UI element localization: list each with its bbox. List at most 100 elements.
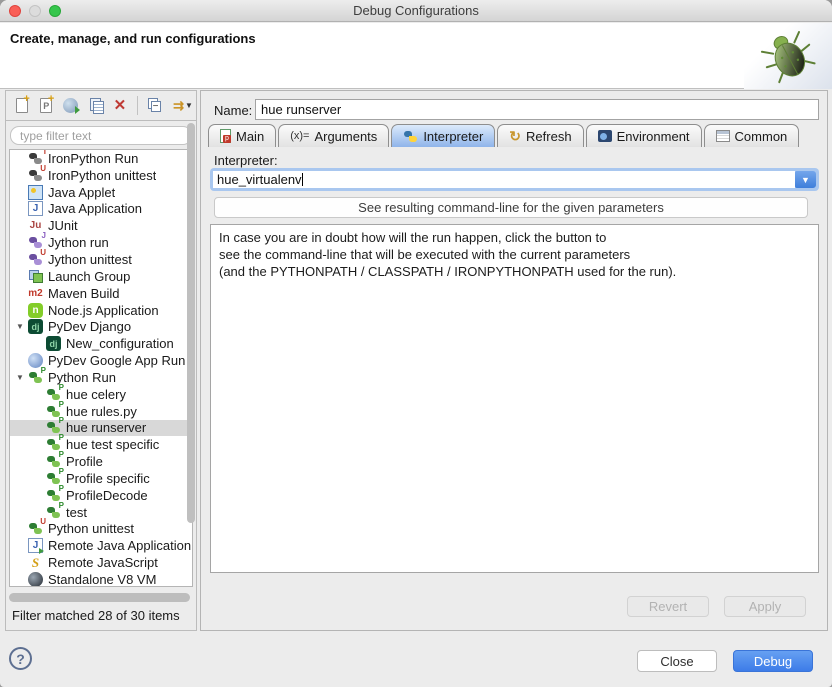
page-title: Create, manage, and run configurations (10, 31, 256, 46)
tree-item-pydev-django[interactable]: ▼ PyDev Django (10, 318, 192, 335)
apply-button[interactable]: Apply (724, 596, 806, 617)
revert-button[interactable]: Revert (627, 596, 709, 617)
args-icon: (x)= (290, 130, 309, 142)
tree-item-java-applet[interactable]: Java Applet (10, 184, 192, 201)
tree-item-ironpython-run[interactable]: I IronPython Run (10, 150, 192, 167)
tree-item-jython-run[interactable]: J Jython run (10, 234, 192, 251)
tab-main[interactable]: Main (208, 124, 276, 147)
tree-item-launch-group[interactable]: Launch Group (10, 268, 192, 285)
tree-item-label: Node.js Application (48, 303, 159, 318)
dialog-header: Create, manage, and run configurations (0, 23, 832, 89)
python-green-icon: P (28, 370, 43, 385)
tree-item-maven-build[interactable]: Maven Build (10, 285, 192, 302)
tree-item-node-js-application[interactable]: Node.js Application (10, 302, 192, 319)
tree-item-label: hue runserver (66, 420, 146, 435)
interpreter-value[interactable]: hue_virtualenv (213, 171, 795, 188)
duplicate-config-button[interactable] (87, 96, 105, 115)
question-mark-icon: ? (16, 651, 25, 667)
tree-item-new-configuration[interactable]: New_configuration (10, 335, 192, 352)
tab-environment[interactable]: Environment (586, 124, 702, 147)
remote-java-icon (28, 538, 43, 553)
tab-label: Common (735, 129, 788, 144)
expand-arrow-icon[interactable]: ▼ (16, 373, 28, 382)
tree-item-standalone-v8-vm[interactable]: Standalone V8 VM (10, 571, 192, 587)
tree-item-label: test (66, 505, 87, 520)
python-purple-icon: U (28, 252, 43, 267)
name-input[interactable] (255, 99, 819, 120)
tree-item-label: PyDev Django (48, 319, 131, 334)
new-prototype-icon: P+ (40, 98, 52, 113)
tree-item-hue-runserver[interactable]: P hue runserver (10, 420, 192, 437)
filter-status: Filter matched 28 of 30 items (12, 608, 180, 623)
tree-item-label: hue test specific (66, 437, 159, 452)
window-title: Debug Configurations (0, 0, 832, 22)
new-prototype-button[interactable]: P+ (38, 96, 56, 115)
tree-item-ironpython-unittest[interactable]: U IronPython unittest (10, 167, 192, 184)
combo-dropdown-button[interactable]: ▼ (795, 171, 816, 188)
tab-label: Environment (617, 129, 690, 144)
tree-item-label: IronPython unittest (48, 168, 156, 183)
tree-horizontal-scrollbar[interactable] (9, 593, 190, 602)
tab-interpreter[interactable]: Interpreter (391, 124, 495, 147)
v8-icon (28, 572, 43, 587)
tab-label: Main (236, 129, 264, 144)
delete-config-button[interactable]: ✕ (111, 96, 129, 115)
tree-item-test[interactable]: P test (10, 504, 192, 521)
django-icon (46, 336, 61, 351)
tree-item-remote-javascript[interactable]: Remote JavaScript (10, 554, 192, 571)
tree-item-label: PyDev Google App Run (48, 353, 185, 368)
tree-item-python-unittest[interactable]: U Python unittest (10, 521, 192, 538)
filter-dropdown-icon: ⇉ (173, 98, 184, 114)
tab-label: Refresh (526, 129, 572, 144)
collapse-all-button[interactable]: − (146, 96, 164, 115)
maven-icon (28, 286, 43, 301)
tree-item-remote-java-application[interactable]: Remote Java Application (10, 537, 192, 554)
tree-item-label: JUnit (48, 218, 78, 233)
tree-item-hue-celery[interactable]: P hue celery (10, 386, 192, 403)
filter-launch-configs-button[interactable]: ⇉▼ (170, 96, 196, 115)
tree-item-label: Remote JavaScript (48, 555, 158, 570)
text-cursor (302, 173, 303, 186)
tab-common[interactable]: Common (704, 124, 800, 147)
configurations-toolbar: + P+ ✕ − ⇉▼ (5, 90, 197, 121)
python-green-icon: P (46, 505, 61, 520)
filter-input[interactable] (10, 126, 192, 145)
tree-item-label: New_configuration (66, 336, 174, 351)
tree-item-java-application[interactable]: Java Application (10, 201, 192, 218)
tree-item-label: Jython run (48, 235, 109, 250)
tree-item-hue-test-specific[interactable]: P hue test specific (10, 436, 192, 453)
main-icon (220, 129, 231, 143)
python-green-icon: U (28, 521, 43, 536)
tab-arguments[interactable]: (x)= Arguments (278, 124, 389, 147)
close-button[interactable]: Close (637, 650, 717, 672)
applet-icon (28, 185, 43, 200)
tree-item-pydev-google-app-run[interactable]: PyDev Google App Run (10, 352, 192, 369)
new-config-icon: + (16, 98, 28, 113)
django-icon (28, 319, 43, 334)
tree-vertical-scrollbar[interactable] (187, 123, 195, 523)
tree-item-junit[interactable]: JUnit (10, 217, 192, 234)
tree-item-label: Profile specific (66, 471, 150, 486)
tree-item-profiledecode[interactable]: P ProfileDecode (10, 487, 192, 504)
export-config-button[interactable] (62, 96, 80, 115)
name-label: Name: (214, 103, 252, 118)
interpreter-combo[interactable]: hue_virtualenv ▼ (210, 168, 819, 191)
tree-item-label: Remote Java Application (48, 538, 191, 553)
tree-item-profile[interactable]: P Profile (10, 453, 192, 470)
configuration-detail-panel: Name: Main (x)= Arguments Interpreter ↻ … (200, 90, 828, 631)
common-icon (716, 130, 730, 142)
delete-icon: ✕ (114, 98, 127, 113)
help-button[interactable]: ? (9, 647, 32, 670)
debug-button[interactable]: Debug (733, 650, 813, 672)
new-config-button[interactable]: + (13, 96, 31, 115)
tab-refresh[interactable]: ↻ Refresh (497, 124, 583, 147)
java-app-icon (28, 201, 43, 216)
expand-arrow-icon[interactable]: ▼ (16, 322, 28, 331)
tree-item-python-run[interactable]: ▼ P Python Run (10, 369, 192, 386)
tree-item-hue-rules-py[interactable]: P hue rules.py (10, 403, 192, 420)
debug-configurations-dialog: Debug Configurations Create, manage, and… (0, 0, 832, 687)
see-commandline-button[interactable]: See resulting command-line for the given… (214, 197, 808, 218)
tree-item-profile-specific[interactable]: P Profile specific (10, 470, 192, 487)
tree-item-jython-unittest[interactable]: U Jython unittest (10, 251, 192, 268)
python-dark-icon: U (28, 168, 43, 183)
